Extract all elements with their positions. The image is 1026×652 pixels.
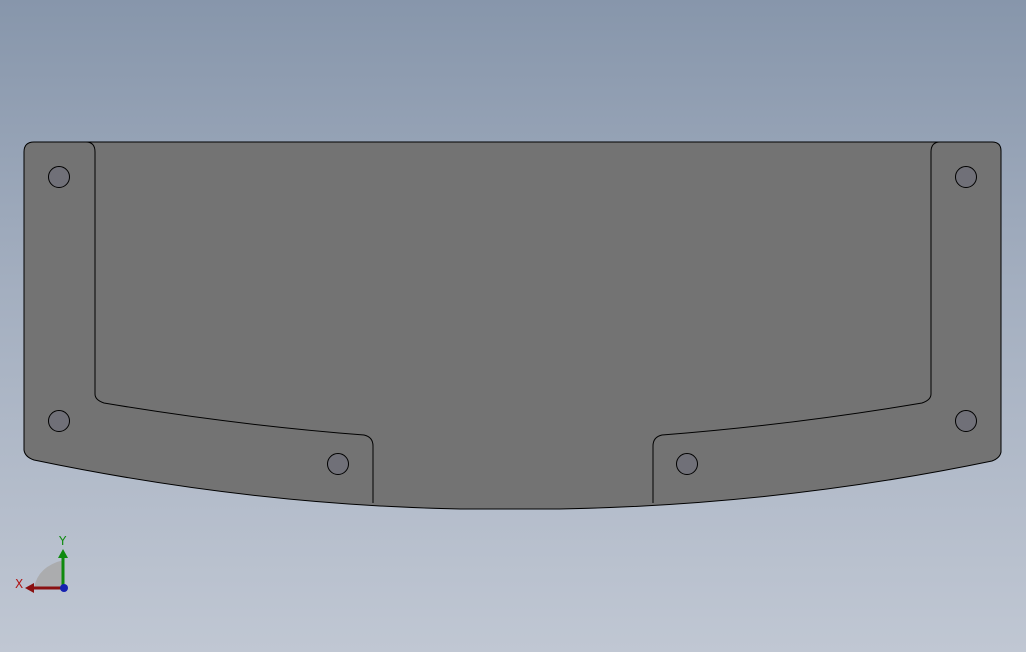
y-axis-arrow bbox=[58, 549, 68, 558]
hole-top-right[interactable] bbox=[955, 166, 977, 188]
hole-bottom-right[interactable] bbox=[676, 453, 698, 475]
hole-mid-left[interactable] bbox=[48, 410, 70, 432]
hole-mid-right[interactable] bbox=[955, 410, 977, 432]
y-axis-label: Y bbox=[58, 534, 67, 548]
z-axis-dot bbox=[60, 584, 68, 592]
triad-xy-plane bbox=[34, 560, 64, 588]
x-axis-label: X bbox=[15, 577, 23, 591]
graphics-viewport[interactable]: Y X bbox=[0, 0, 1026, 652]
model-canvas[interactable]: Y X bbox=[0, 0, 1026, 652]
hole-top-left[interactable] bbox=[48, 166, 70, 188]
reference-triad[interactable]: Y X bbox=[15, 534, 68, 593]
x-axis-arrow bbox=[25, 583, 34, 593]
plate-body[interactable] bbox=[23, 141, 1002, 510]
hole-bottom-left[interactable] bbox=[327, 453, 349, 475]
